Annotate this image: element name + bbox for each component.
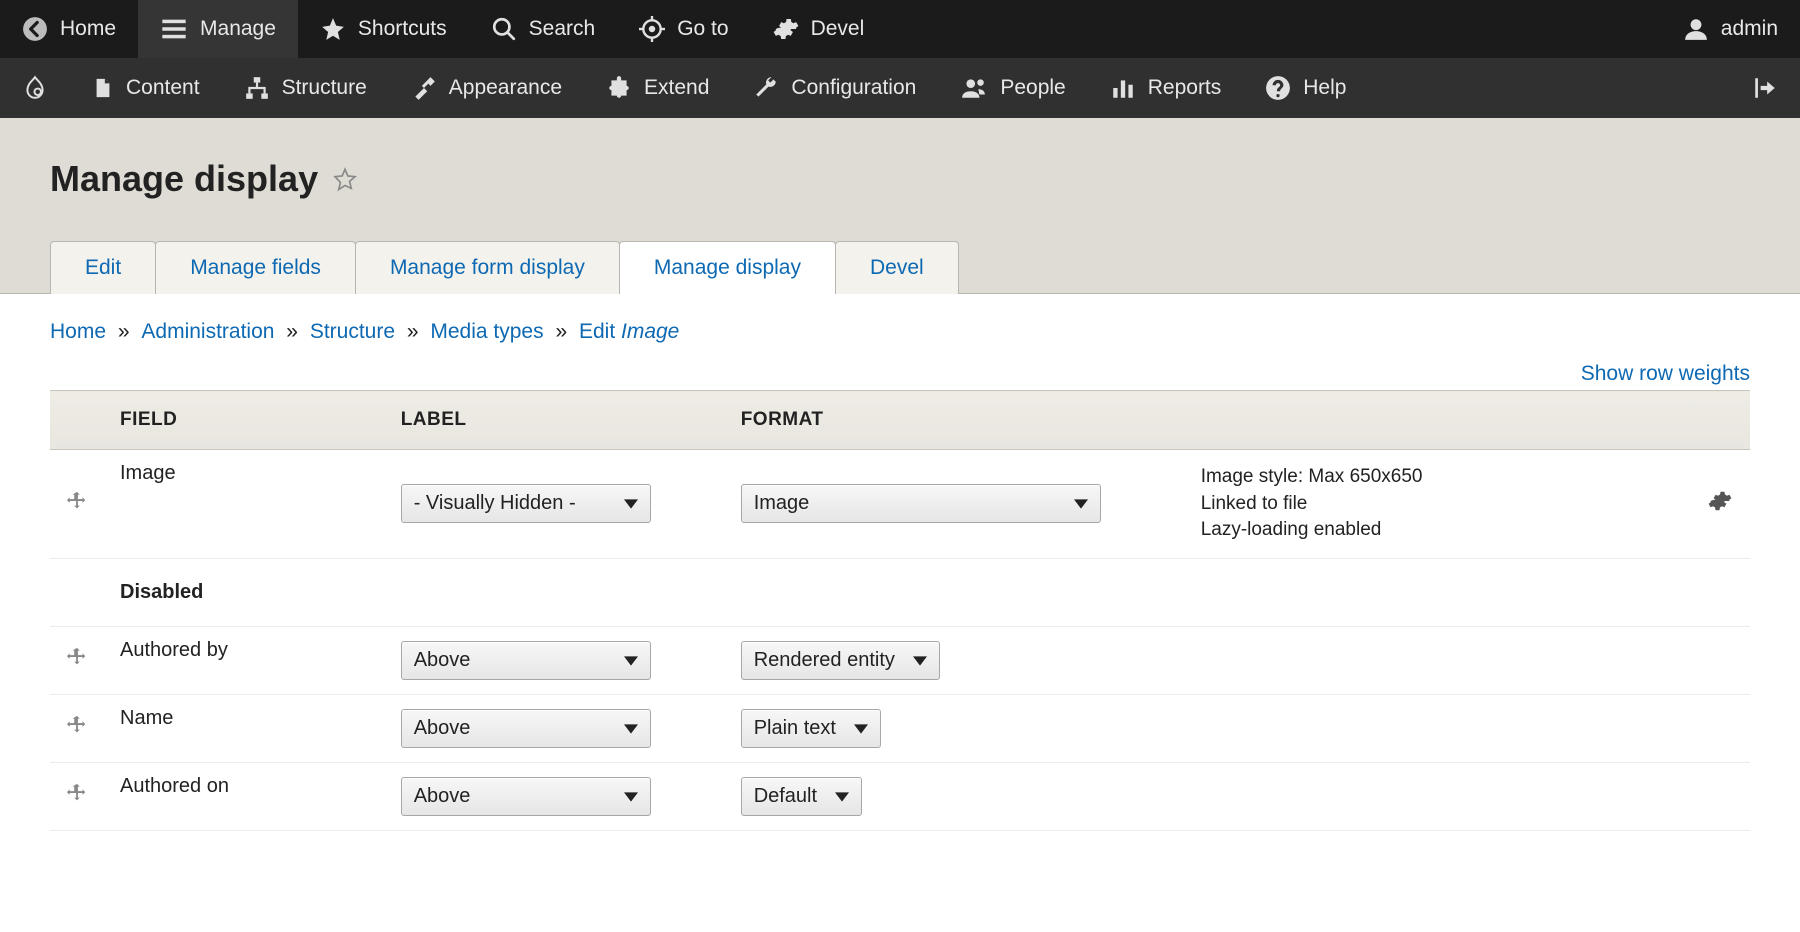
chevron-down-icon <box>624 649 638 672</box>
menu-extend[interactable]: Extend <box>584 58 731 118</box>
label-select-name[interactable]: Above <box>401 709 651 748</box>
page-title: Manage display <box>50 158 318 200</box>
toolbar-shortcuts-label: Shortcuts <box>358 17 447 41</box>
tabs: Edit Manage fields Manage form display M… <box>50 240 1750 293</box>
content: Home » Administration » Structure » Medi… <box>0 294 1800 871</box>
toolbar-home-label: Home <box>60 17 116 41</box>
back-icon <box>22 16 48 42</box>
field-display-table: FIELD LABEL FORMAT Image - Visually Hidd… <box>50 390 1750 831</box>
breadcrumb-edit-image[interactable]: Edit Image <box>579 320 679 343</box>
tab-manage-display[interactable]: Manage display <box>619 241 836 294</box>
label-select-authored-on[interactable]: Above <box>401 777 651 816</box>
toolbar-search-label: Search <box>529 17 596 41</box>
chevron-down-icon <box>1074 492 1088 515</box>
menu-content[interactable]: Content <box>70 58 222 118</box>
label-select-image[interactable]: - Visually Hidden - <box>401 484 651 523</box>
tab-edit[interactable]: Edit <box>50 241 156 294</box>
field-row-image: Image - Visually Hidden - Image Image st… <box>50 450 1750 559</box>
toolbar-devel-label: Devel <box>811 17 865 41</box>
tab-manage-form-display[interactable]: Manage form display <box>355 241 620 294</box>
toolbar-user[interactable]: admin <box>1661 0 1800 58</box>
field-row-authored-by: Authored by Above Rendered entity <box>50 626 1750 694</box>
toolbar-manage[interactable]: Manage <box>138 0 298 58</box>
toolbar-user-label: admin <box>1721 17 1778 41</box>
settings-gear-button[interactable] <box>1708 489 1732 519</box>
drag-handle-icon[interactable] <box>66 646 88 674</box>
hammer-icon <box>411 75 437 101</box>
menu-structure[interactable]: Structure <box>222 58 389 118</box>
collapse-icon <box>1752 75 1778 101</box>
format-select-image[interactable]: Image <box>741 484 1101 523</box>
format-select-authored-by[interactable]: Rendered entity <box>741 641 940 680</box>
gear-icon <box>773 16 799 42</box>
chevron-down-icon <box>624 785 638 808</box>
people-icon <box>960 75 988 101</box>
chevron-down-icon <box>835 785 849 808</box>
breadcrumb-structure[interactable]: Structure <box>310 320 395 343</box>
sitemap-icon <box>244 75 270 101</box>
menu-drupal[interactable] <box>0 58 70 118</box>
toolbar-home[interactable]: Home <box>0 0 138 58</box>
menu-people[interactable]: People <box>938 58 1087 118</box>
help-icon <box>1265 75 1291 101</box>
field-row-name: Name Above Plain text <box>50 694 1750 762</box>
breadcrumb-administration[interactable]: Administration <box>141 320 274 343</box>
tab-manage-fields[interactable]: Manage fields <box>155 241 356 294</box>
toolbar-goto-label: Go to <box>677 17 728 41</box>
breadcrumb-media-types[interactable]: Media types <box>430 320 543 343</box>
th-field: FIELD <box>50 391 385 450</box>
puzzle-icon <box>606 75 632 101</box>
menu-collapse[interactable] <box>1730 58 1800 118</box>
chevron-down-icon <box>854 717 868 740</box>
menu-configuration[interactable]: Configuration <box>731 58 938 118</box>
chart-icon <box>1110 75 1136 101</box>
drag-handle-icon[interactable] <box>66 490 88 518</box>
disabled-section: Disabled <box>50 558 1750 626</box>
chevron-down-icon <box>913 649 927 672</box>
target-icon <box>639 16 665 42</box>
chevron-down-icon <box>624 492 638 515</box>
star-icon <box>320 16 346 42</box>
toolbar-manage-label: Manage <box>200 17 276 41</box>
file-icon <box>92 75 114 101</box>
label-select-authored-by[interactable]: Above <box>401 641 651 680</box>
drupal-icon <box>22 75 48 101</box>
field-row-authored-on: Authored on Above Default <box>50 762 1750 830</box>
admin-toolbar: Home Manage Shortcuts Search Go to Devel… <box>0 0 1800 58</box>
page-header: Manage display Edit Manage fields Manage… <box>0 118 1800 294</box>
breadcrumb-home[interactable]: Home <box>50 320 106 343</box>
chevron-down-icon <box>624 717 638 740</box>
format-summary: Image style: Max 650x650 Linked to file … <box>1185 450 1690 559</box>
field-name: Image <box>104 450 385 559</box>
th-format: FORMAT <box>725 391 1185 450</box>
drag-handle-icon[interactable] <box>66 714 88 742</box>
format-select-authored-on[interactable]: Default <box>741 777 862 816</box>
favorite-star-icon[interactable] <box>332 166 358 192</box>
drag-handle-icon[interactable] <box>66 782 88 810</box>
search-icon <box>491 16 517 42</box>
user-icon <box>1683 16 1709 42</box>
menu-icon <box>160 15 188 43</box>
show-row-weights-link[interactable]: Show row weights <box>50 362 1750 386</box>
toolbar-search[interactable]: Search <box>469 0 618 58</box>
menu-appearance[interactable]: Appearance <box>389 58 584 118</box>
toolbar-shortcuts[interactable]: Shortcuts <box>298 0 469 58</box>
tab-devel[interactable]: Devel <box>835 241 959 294</box>
toolbar-goto[interactable]: Go to <box>617 0 750 58</box>
toolbar-devel[interactable]: Devel <box>751 0 887 58</box>
menu-reports[interactable]: Reports <box>1088 58 1244 118</box>
menu-help[interactable]: Help <box>1243 58 1368 118</box>
breadcrumb: Home » Administration » Structure » Medi… <box>50 320 1750 344</box>
admin-menu: Content Structure Appearance Extend Conf… <box>0 58 1800 118</box>
th-label: LABEL <box>385 391 725 450</box>
format-select-name[interactable]: Plain text <box>741 709 881 748</box>
wrench-icon <box>753 75 779 101</box>
